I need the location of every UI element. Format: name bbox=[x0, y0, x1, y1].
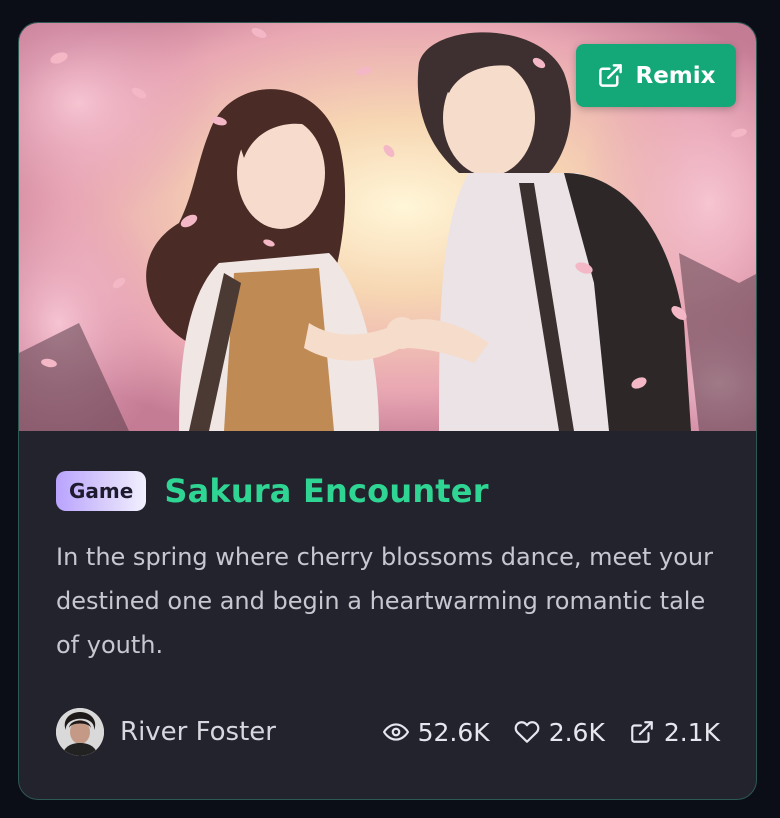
views-count: 52.6K bbox=[417, 717, 490, 747]
remixes-stat: 2.1K bbox=[629, 718, 720, 747]
author[interactable]: River Foster bbox=[56, 708, 276, 756]
category-tag: Game bbox=[56, 471, 147, 511]
author-name[interactable]: River Foster bbox=[120, 717, 276, 747]
likes-stat[interactable]: 2.6K bbox=[514, 718, 605, 747]
card-footer: River Foster 52.6K 2.6K 2.1K bbox=[56, 706, 720, 758]
remixes-count: 2.1K bbox=[663, 717, 720, 747]
heart-icon[interactable] bbox=[514, 719, 540, 745]
remix-button-label: Remix bbox=[635, 62, 716, 89]
stats: 52.6K 2.6K 2.1K bbox=[382, 717, 720, 747]
card-body: Game Sakura Encounter In the spring wher… bbox=[56, 471, 722, 667]
title-row: Game Sakura Encounter bbox=[56, 471, 722, 511]
external-link-icon bbox=[631, 721, 653, 743]
views-stat: 52.6K bbox=[382, 717, 490, 747]
project-title[interactable]: Sakura Encounter bbox=[164, 472, 488, 510]
project-card[interactable]: Remix Game Sakura Encounter In the sprin… bbox=[18, 22, 757, 800]
cover-image[interactable]: Remix bbox=[19, 23, 756, 431]
remix-button[interactable]: Remix bbox=[576, 44, 736, 107]
project-description: In the spring where cherry blossoms danc… bbox=[56, 543, 714, 659]
external-link-icon bbox=[598, 64, 622, 87]
avatar[interactable] bbox=[56, 708, 104, 756]
eye-icon bbox=[382, 723, 409, 741]
avatar-image bbox=[56, 708, 104, 756]
likes-count: 2.6K bbox=[548, 717, 605, 747]
